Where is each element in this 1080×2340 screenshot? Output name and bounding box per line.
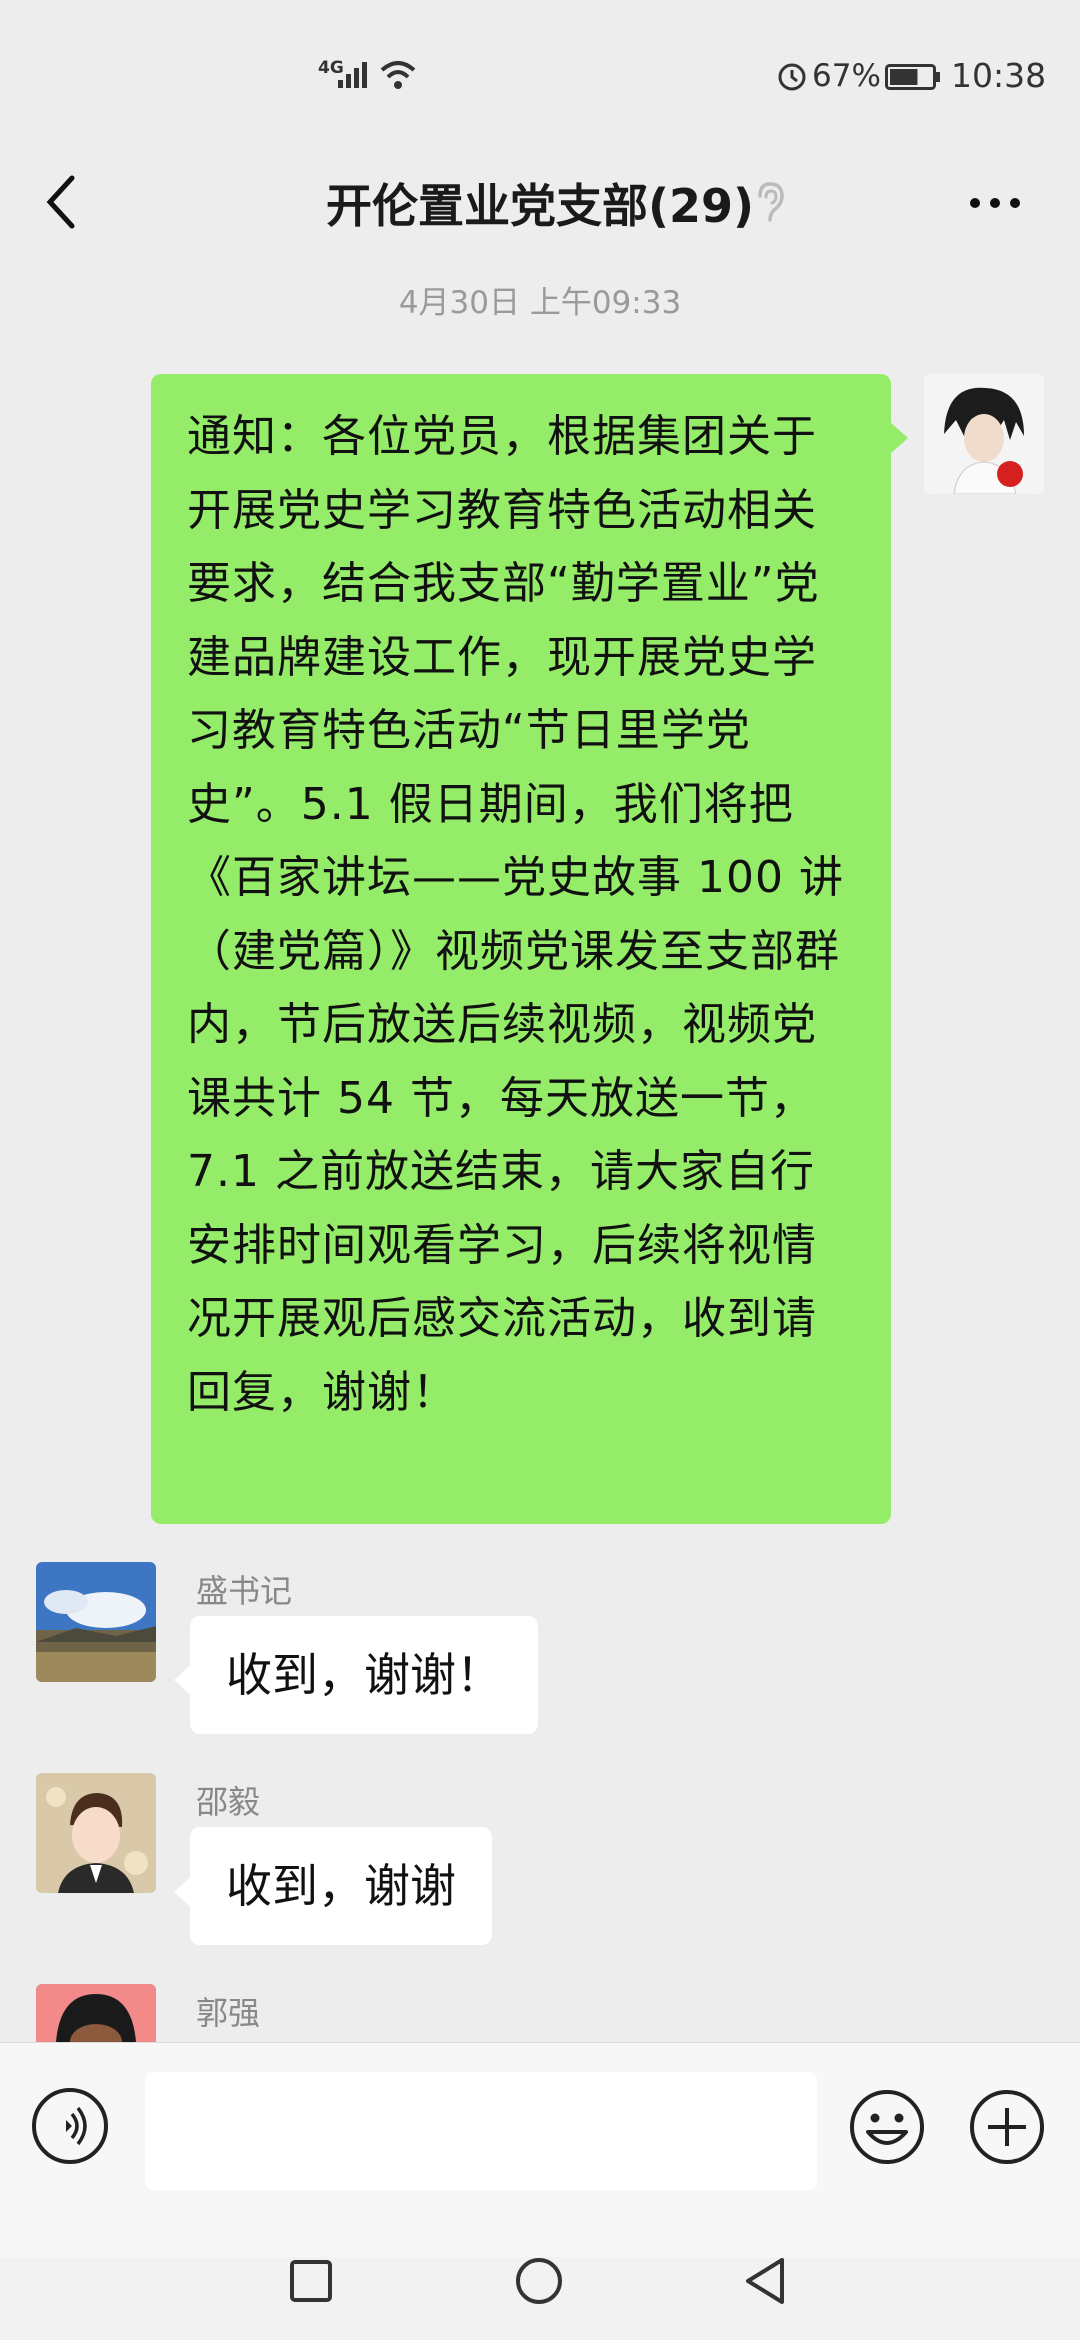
- recent-apps-icon[interactable]: [288, 2258, 334, 2304]
- message-bubble[interactable]: 收到，谢谢: [190, 1827, 492, 1945]
- emoji-icon[interactable]: [848, 2088, 926, 2166]
- alarm-icon: [778, 63, 806, 91]
- avatar[interactable]: [36, 1562, 156, 1682]
- battery-percent: 67%: [812, 58, 881, 94]
- avatar-image: [924, 374, 1044, 494]
- voice-button[interactable]: [32, 2088, 108, 2164]
- sender-name: 邵毅: [196, 1783, 261, 1821]
- sender-name: 郭强: [196, 1994, 261, 2032]
- home-icon[interactable]: [514, 2256, 564, 2306]
- battery-icon: [885, 64, 940, 90]
- chat-title: 开伦置业党支部(29): [325, 179, 755, 233]
- bubble-tail: [890, 422, 908, 454]
- voice-icon: [66, 2106, 87, 2146]
- plus-icon[interactable]: [968, 2088, 1046, 2166]
- signal-icon: [338, 62, 367, 88]
- message-bubble[interactable]: 收到，谢谢！: [190, 1616, 538, 1734]
- message-timestamp: 4月30日 上午09:33: [398, 285, 682, 321]
- avatar-image: [36, 1773, 156, 1893]
- avatar[interactable]: [36, 1773, 156, 1893]
- avatar-image: [36, 1562, 156, 1682]
- my-avatar[interactable]: [924, 374, 1044, 494]
- ear-icon: [758, 182, 784, 222]
- my-message-bubble[interactable]: 通知：各位党员，根据集团关于开展党史学习教育特色活动相关要求，结合我支部“勤学置…: [151, 374, 891, 1524]
- avatar[interactable]: [36, 1984, 156, 2042]
- clock: 10:38: [951, 56, 1047, 95]
- sender-name: 盛书记: [196, 1572, 293, 1610]
- status-bar: 4G 67% 10:38: [0, 0, 1080, 150]
- message-input[interactable]: [145, 2072, 817, 2190]
- avatar-image: [36, 1984, 156, 2042]
- more-dots-icon[interactable]: [965, 178, 1025, 228]
- wifi-icon: [380, 61, 416, 89]
- nav-back-icon[interactable]: [742, 2256, 788, 2306]
